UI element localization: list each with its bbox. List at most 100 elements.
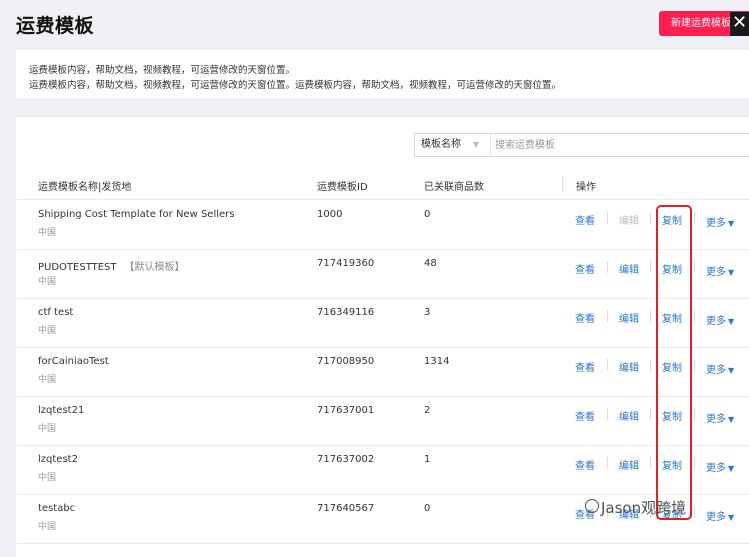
template-name-text: lzqtest2 — [38, 454, 78, 465]
more-dropdown[interactable]: 更多 ▼ — [706, 459, 734, 474]
action-divider — [607, 457, 608, 469]
view-link[interactable]: 查看 — [575, 408, 595, 423]
more-label: 更多 — [706, 267, 726, 278]
more-label: 更多 — [706, 365, 726, 376]
view-link[interactable]: 查看 — [575, 261, 595, 276]
search-bar: 模板名称 ▼ — [414, 133, 749, 157]
action-divider — [607, 212, 608, 224]
template-name: testabc — [38, 503, 83, 514]
template-id: 717637001 — [317, 405, 375, 416]
chevron-down-icon: ▼ — [728, 268, 735, 277]
notice-line-1: 运费模板内容，帮助文档，视频教程，可运营修改的天窗位置。 — [29, 65, 296, 76]
more-dropdown[interactable]: 更多 ▼ — [706, 410, 734, 425]
view-link[interactable]: 查看 — [575, 359, 595, 374]
edit-link[interactable]: 编辑 — [619, 408, 639, 423]
template-name: ctf test — [38, 307, 81, 318]
notice-panel: 运费模板内容，帮助文档，视频教程，可运营修改的天窗位置。 运费模板内容，帮助文档… — [16, 50, 749, 98]
chevron-down-icon: ▼ — [728, 317, 735, 326]
template-id: 1000 — [317, 209, 343, 220]
page-title: 运费模板 — [16, 15, 95, 37]
chevron-down-icon: ▼ — [728, 219, 735, 228]
edit-link[interactable]: 编辑 — [619, 359, 639, 374]
close-icon[interactable]: ✕ — [730, 12, 749, 36]
action-divider — [607, 359, 608, 371]
action-divider — [607, 408, 608, 420]
chevron-down-icon[interactable]: ▼ — [473, 140, 479, 149]
template-name: forCainiaoTest — [38, 356, 117, 367]
template-name-text: PUDOTESTTEST — [38, 262, 117, 273]
action-divider — [694, 359, 695, 371]
default-template-tag: 【默认模板】 — [124, 262, 185, 273]
search-input[interactable] — [495, 136, 735, 154]
edit-link[interactable]: 编辑 — [619, 457, 639, 472]
linked-product-count: 0 — [424, 503, 431, 514]
template-id: 717419360 — [317, 258, 375, 269]
search-divider — [490, 134, 491, 156]
table-row: PUDOTESTTEST 【默认模板】 中国 717419360 48 查看 编辑 复制 更多 ▼ — [17, 249, 749, 299]
more-dropdown[interactable]: 更多 ▼ — [706, 214, 734, 229]
action-divider — [650, 261, 651, 273]
action-divider — [650, 310, 651, 322]
ship-from-location: 中国 — [38, 228, 57, 238]
linked-product-count: 0 — [424, 209, 431, 220]
action-divider — [650, 359, 651, 371]
more-dropdown[interactable]: 更多 ▼ — [706, 263, 734, 278]
linked-product-count: 2 — [424, 405, 431, 416]
action-divider — [607, 261, 608, 273]
action-divider — [694, 457, 695, 469]
template-name: lzqtest21 — [38, 405, 92, 416]
ship-from-location: 中国 — [38, 522, 57, 532]
edit-link[interactable]: 编辑 — [619, 261, 639, 276]
template-name-text: Shipping Cost Template for New Sellers — [38, 209, 235, 220]
action-divider — [650, 408, 651, 420]
more-label: 更多 — [706, 512, 726, 523]
ship-from-location: 中国 — [38, 326, 57, 336]
action-divider — [694, 408, 695, 420]
action-divider — [694, 261, 695, 273]
view-link[interactable]: 查看 — [575, 212, 595, 227]
edit-link[interactable]: 编辑 — [619, 310, 639, 325]
linked-product-count: 1314 — [424, 356, 450, 367]
template-name: Shipping Cost Template for New Sellers — [38, 209, 242, 220]
table-row: lzqtest21 中国 717637001 2 查看 编辑 复制 更多 ▼ — [17, 396, 749, 446]
action-divider — [650, 457, 651, 469]
more-dropdown[interactable]: 更多 ▼ — [706, 361, 734, 376]
more-label: 更多 — [706, 316, 726, 327]
more-label: 更多 — [706, 218, 726, 229]
table-row: forCainiaoTest 中国 717008950 1314 查看 编辑 复制 更多 ▼ — [17, 347, 749, 397]
template-id: 717008950 — [317, 356, 375, 367]
chevron-down-icon: ▼ — [728, 513, 735, 522]
view-link[interactable]: 查看 — [575, 310, 595, 325]
template-id: 717637002 — [317, 454, 375, 465]
table-header: 运费模板名称|发货地 运费模板ID 已关联商品数 操作 — [17, 170, 749, 200]
search-field-select[interactable]: 模板名称 — [421, 134, 461, 156]
template-id: 716349116 — [317, 307, 375, 318]
action-divider — [694, 212, 695, 224]
column-header-count: 已关联商品数 — [424, 182, 484, 193]
column-header-name: 运费模板名称|发货地 — [38, 182, 132, 193]
chevron-down-icon: ▼ — [728, 415, 735, 424]
more-label: 更多 — [706, 463, 726, 474]
table-row: Shipping Cost Template for New Sellers 中国… — [17, 200, 749, 250]
ship-from-location: 中国 — [38, 473, 57, 483]
template-name: PUDOTESTTEST 【默认模板】 — [38, 258, 185, 273]
template-name-text: lzqtest21 — [38, 405, 85, 416]
notice-line-2: 运费模板内容，帮助文档，视频教程，可运营修改的天窗位置。运费模板内容，帮助文档，… — [29, 80, 562, 91]
copy-column-highlight — [656, 205, 692, 520]
chevron-down-icon: ▼ — [728, 366, 735, 375]
table-row: ctf test 中国 716349116 3 查看 编辑 复制 更多 ▼ — [17, 298, 749, 348]
ship-from-location: 中国 — [38, 375, 57, 385]
table-row: lzqtest2 中国 717637002 1 查看 编辑 复制 更多 ▼ — [17, 445, 749, 495]
template-id: 717640567 — [317, 503, 375, 514]
template-name-text: forCainiaoTest — [38, 356, 109, 367]
column-header-actions: 操作 — [576, 182, 596, 193]
action-divider — [650, 212, 651, 224]
action-divider — [607, 310, 608, 322]
template-name: lzqtest2 — [38, 454, 86, 465]
more-label: 更多 — [706, 414, 726, 425]
linked-product-count: 1 — [424, 454, 431, 465]
more-dropdown[interactable]: 更多 ▼ — [706, 508, 734, 523]
linked-product-count: 48 — [424, 258, 437, 269]
more-dropdown[interactable]: 更多 ▼ — [706, 312, 734, 327]
view-link[interactable]: 查看 — [575, 457, 595, 472]
